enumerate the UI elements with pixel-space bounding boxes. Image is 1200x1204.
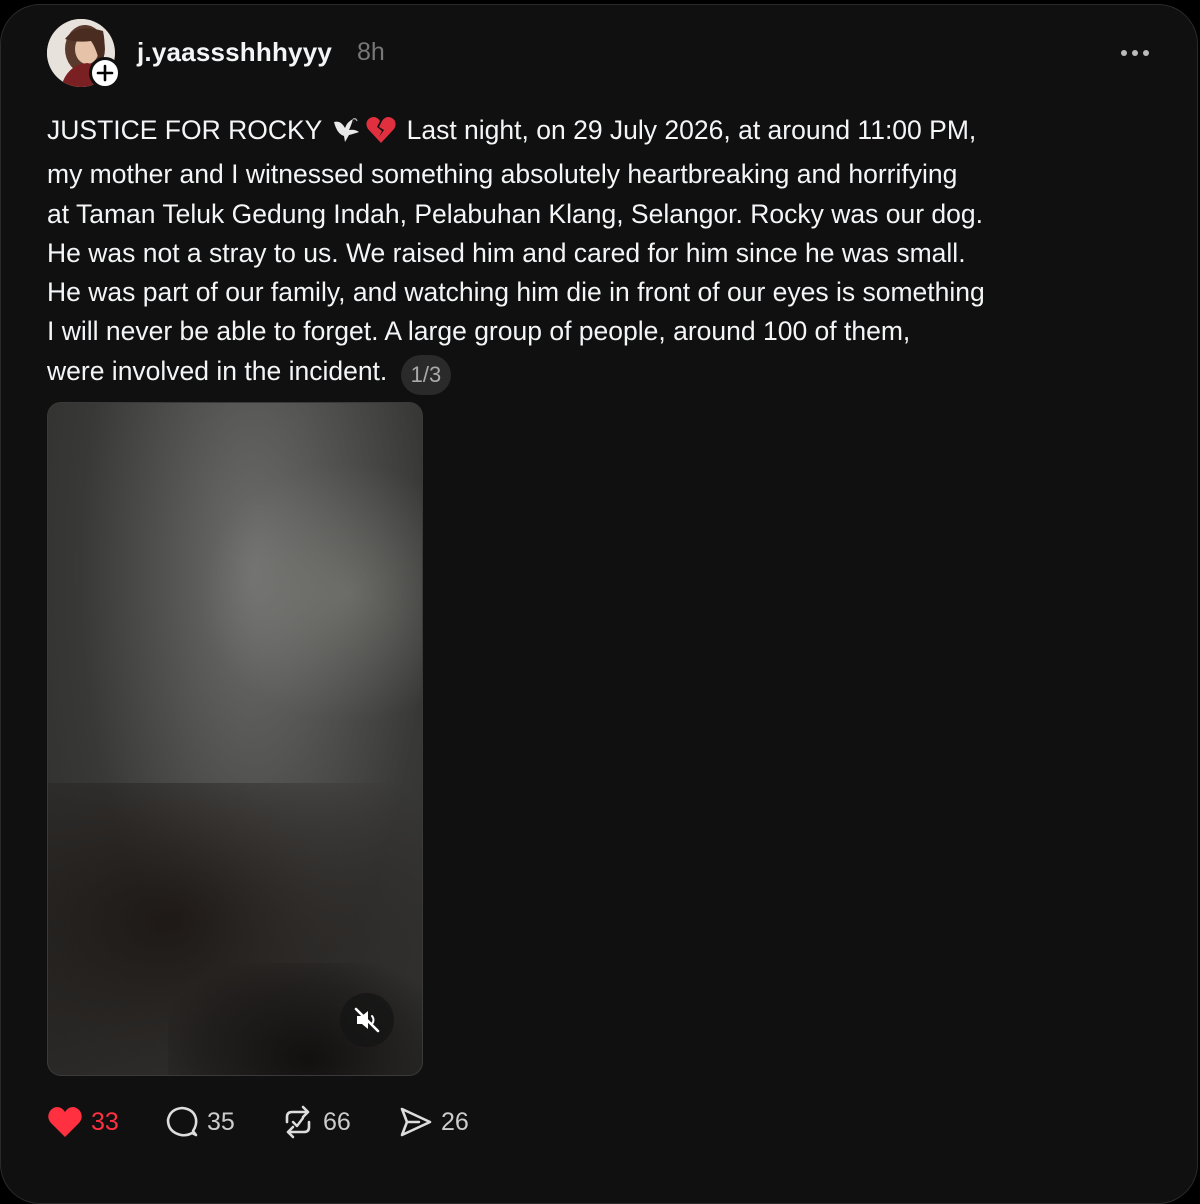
comment-button[interactable]: 35: [165, 1102, 235, 1142]
post-video[interactable]: [47, 402, 423, 1076]
comment-count: 35: [207, 1107, 235, 1136]
post-text-line: JUSTICE FOR ROCKY Last night, on 29 July…: [47, 111, 1107, 155]
dove-icon: [331, 116, 361, 155]
speaker-muted-icon: [354, 1007, 380, 1033]
plus-icon: [96, 64, 114, 82]
more-dot-icon: [1132, 50, 1138, 56]
share-button[interactable]: 26: [399, 1102, 469, 1142]
thread-post-card: j.yaassshhhyyy 8h JUSTICE FOR ROCKY Last…: [0, 4, 1198, 1204]
username[interactable]: j.yaassshhhyyy: [137, 37, 332, 68]
video-frame-highlight: [198, 463, 422, 723]
unmute-button[interactable]: [340, 993, 394, 1047]
avatar-container[interactable]: [47, 19, 121, 89]
repost-count: 66: [323, 1107, 351, 1136]
post-text-line: He was not a stray to us. We raised him …: [47, 237, 966, 268]
post-text-segment: JUSTICE FOR ROCKY: [47, 115, 322, 145]
post-text-line: at Taman Teluk Gedung Indah, Pelabuhan K…: [47, 198, 983, 229]
repost-button[interactable]: 66: [281, 1102, 351, 1142]
more-dot-icon: [1143, 50, 1149, 56]
send-icon: [400, 1107, 432, 1137]
follow-plus-button[interactable]: [89, 57, 121, 89]
thread-index-badge: 1/3: [400, 354, 452, 395]
post-timestamp[interactable]: 8h: [357, 38, 385, 67]
like-count: 33: [91, 1107, 119, 1136]
broken-heart-icon: [365, 116, 397, 155]
share-count: 26: [441, 1107, 469, 1136]
post-text-line: my mother and I witnessed something abso…: [47, 159, 958, 190]
post-text: JUSTICE FOR ROCKY Last night, on 29 July…: [47, 111, 1107, 395]
post-text-segment: Last night, on 29 July 2026, at around 1…: [406, 115, 977, 145]
post-text-line: I will never be able to forget. A large …: [47, 316, 911, 347]
comment-icon: [166, 1106, 198, 1137]
like-button[interactable]: 33: [47, 1102, 119, 1142]
repost-icon: [285, 1105, 311, 1139]
post-text-line: He was part of our family, and watching …: [47, 277, 985, 308]
post-text-line: were involved in the incident. 1/3: [47, 352, 1107, 395]
heart-filled-icon: [48, 1107, 82, 1137]
more-dot-icon: [1121, 50, 1127, 56]
post-text-segment: were involved in the incident.: [47, 355, 388, 386]
more-options-button[interactable]: [1113, 39, 1157, 67]
